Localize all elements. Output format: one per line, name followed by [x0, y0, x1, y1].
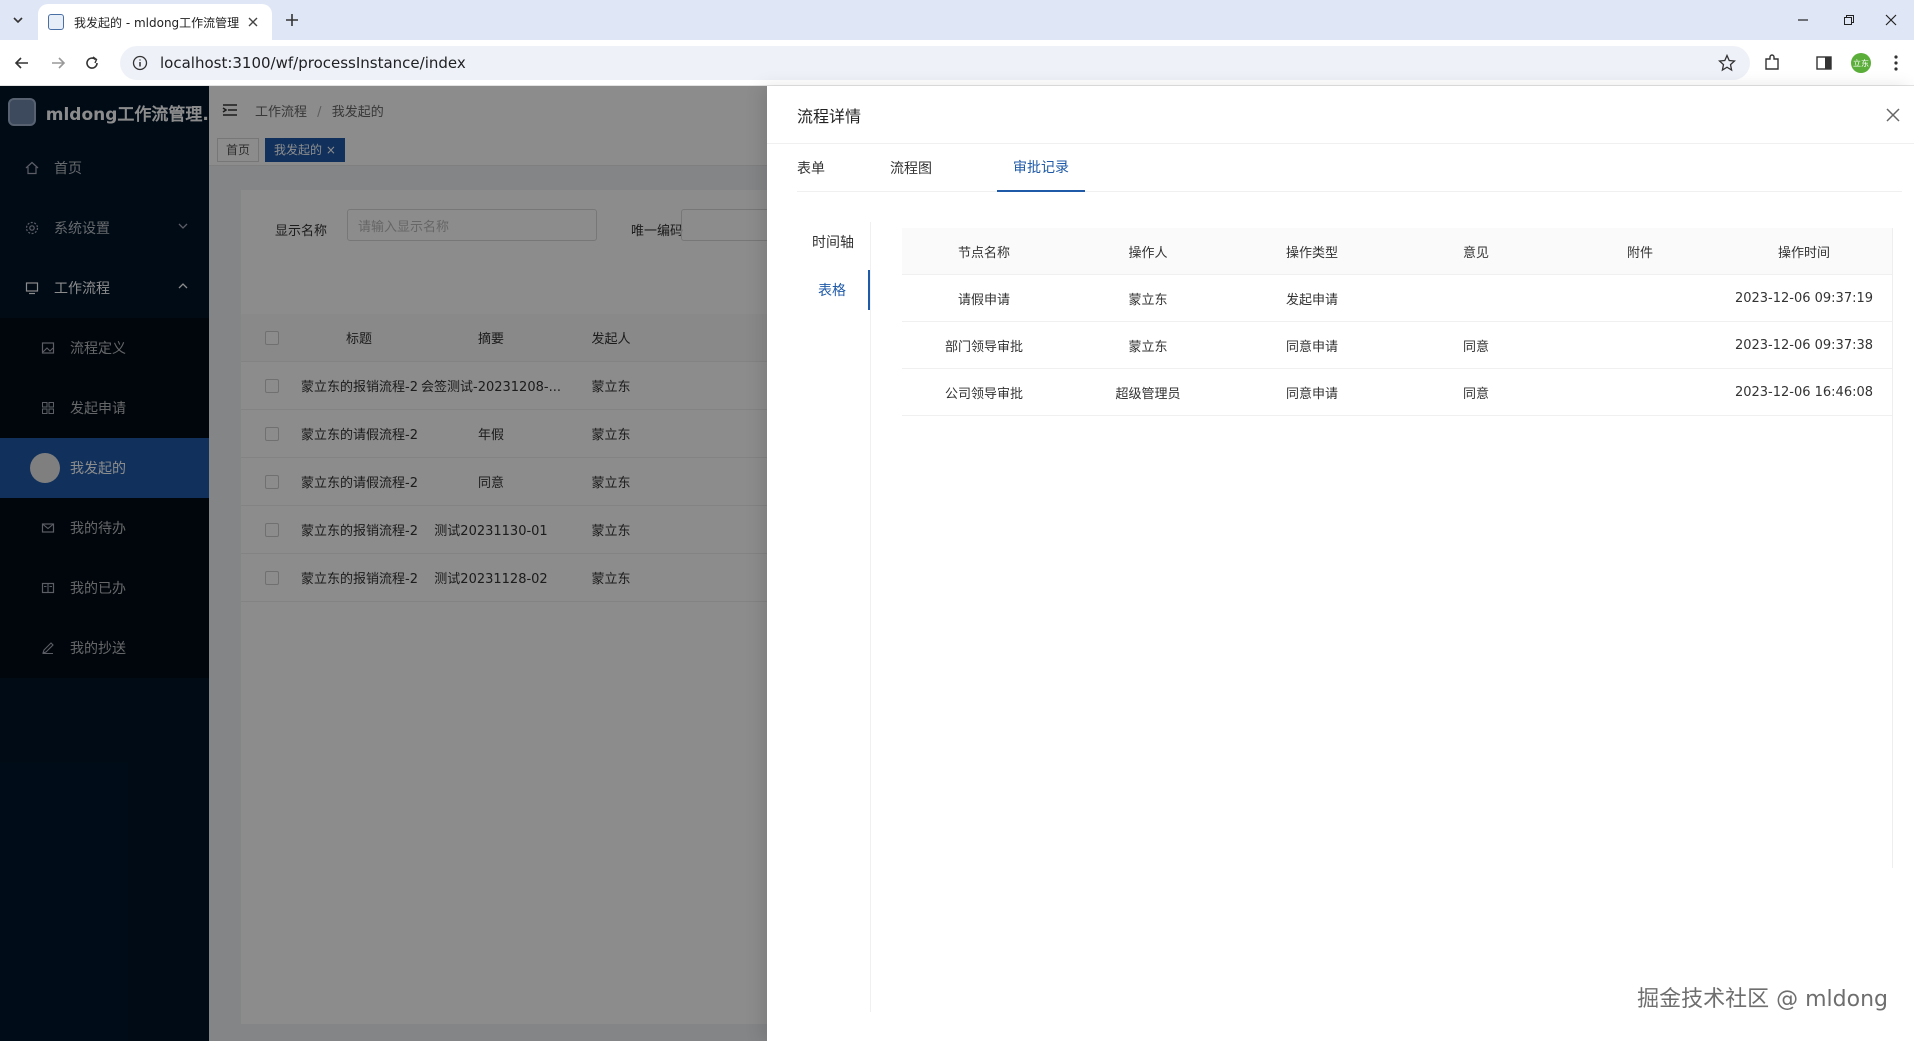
- cell-operator: 蒙立东: [1128, 339, 1168, 355]
- cell-operation-type: 发起申请: [1285, 292, 1338, 308]
- site-info-icon[interactable]: [132, 55, 148, 71]
- process-detail-drawer: 流程详情 表单 流程图 审批记录 时间轴 表格 节点名称 操作人 操作类型 意见…: [767, 86, 1914, 1041]
- url-omnibox[interactable]: localhost:3100/wf/processInstance/index: [120, 46, 1750, 80]
- close-icon[interactable]: [1884, 106, 1902, 124]
- profile-avatar[interactable]: 立东: [1849, 51, 1873, 75]
- cell-opinion: 同意: [1462, 339, 1489, 355]
- column-header: 操作时间: [1777, 245, 1830, 261]
- column-header: 节点名称: [957, 245, 1010, 261]
- extensions-puzzle-icon[interactable]: [1760, 51, 1784, 75]
- column-header: 操作人: [1128, 245, 1168, 261]
- favicon-icon: [48, 14, 64, 30]
- cell-operation-time: 2023-12-06 16:46:08: [1734, 384, 1874, 400]
- table-header: 节点名称 操作人 操作类型 意见 附件 操作时间: [902, 228, 1892, 275]
- watermark: 掘金技术社区 @ mldong: [1637, 981, 1888, 1013]
- cell-opinion: 同意: [1462, 386, 1489, 402]
- tab-form[interactable]: 表单: [797, 144, 825, 192]
- back-arrow-icon[interactable]: [10, 51, 34, 75]
- browser-tab-strip: 我发起的 - mldong工作流管理: [0, 0, 1914, 40]
- cell-node-name: 部门领导审批: [944, 339, 1023, 355]
- profile-avatar-text: 立东: [1851, 53, 1871, 73]
- cell-node-name: 公司领导审批: [944, 386, 1023, 402]
- table-row: 公司领导审批 超级管理员 同意申请 同意 2023-12-06 16:46:08: [902, 369, 1892, 416]
- window-close-icon[interactable]: [1868, 0, 1914, 40]
- approval-records-table: 节点名称 操作人 操作类型 意见 附件 操作时间 请假申请 蒙立东 发起申请 2…: [902, 228, 1892, 416]
- cell-operation-type: 同意申请: [1285, 386, 1338, 402]
- column-header: 意见: [1462, 245, 1489, 261]
- side-panel-icon[interactable]: [1812, 51, 1836, 75]
- drawer-tabs: 表单 流程图 审批记录: [797, 144, 1902, 192]
- records-scrollbar[interactable]: [1892, 228, 1900, 868]
- tab-table[interactable]: 表格: [796, 270, 870, 310]
- new-tab-plus-icon[interactable]: [280, 8, 304, 32]
- tab-approval-records[interactable]: 审批记录: [997, 144, 1085, 192]
- drawer-mask-overlay[interactable]: [0, 86, 767, 1041]
- close-tab-icon[interactable]: [244, 13, 262, 31]
- table-row: 请假申请 蒙立东 发起申请 2023-12-06 09:37:19: [902, 275, 1892, 322]
- drawer-header: 流程详情: [767, 86, 1914, 144]
- reload-icon[interactable]: [80, 51, 104, 75]
- cell-operation-type: 同意申请: [1285, 339, 1338, 355]
- drawer-title: 流程详情: [797, 106, 862, 126]
- address-bar: localhost:3100/wf/processInstance/index …: [0, 40, 1914, 86]
- tab-flowchart[interactable]: 流程图: [890, 144, 932, 192]
- browser-menu-kebab-icon[interactable]: [1884, 51, 1908, 75]
- cell-operator: 超级管理员: [1115, 386, 1181, 402]
- cell-node-name: 请假申请: [957, 292, 1010, 308]
- browser-tab-title: 我发起的 - mldong工作流管理: [74, 15, 240, 30]
- cell-operation-time: 2023-12-06 09:37:38: [1734, 337, 1874, 353]
- tab-search-chevron-icon[interactable]: [6, 8, 30, 32]
- restore-icon[interactable]: [1826, 0, 1872, 40]
- tab-timeline[interactable]: 时间轴: [796, 222, 870, 262]
- cell-operator: 蒙立东: [1128, 292, 1168, 308]
- browser-tab[interactable]: 我发起的 - mldong工作流管理: [38, 4, 272, 40]
- column-header: 附件: [1626, 245, 1653, 261]
- app-root: mldong工作流管理... 首页 系统设置 工作流程 流程定义 发起申请 我发…: [0, 86, 1914, 1041]
- forward-arrow-icon[interactable]: [46, 51, 70, 75]
- url-text: localhost:3100/wf/processInstance/index: [160, 54, 466, 72]
- record-view-tabs: 时间轴 表格: [797, 222, 871, 1012]
- bookmark-star-icon[interactable]: [1718, 54, 1736, 72]
- column-header: 操作类型: [1285, 245, 1338, 261]
- minimize-icon[interactable]: [1780, 0, 1826, 40]
- cell-operation-time: 2023-12-06 09:37:19: [1734, 290, 1874, 306]
- watermark-text: 掘金技术社区 @ mldong: [1637, 987, 1888, 1012]
- table-row: 部门领导审批 蒙立东 同意申请 同意 2023-12-06 09:37:38: [902, 322, 1892, 369]
